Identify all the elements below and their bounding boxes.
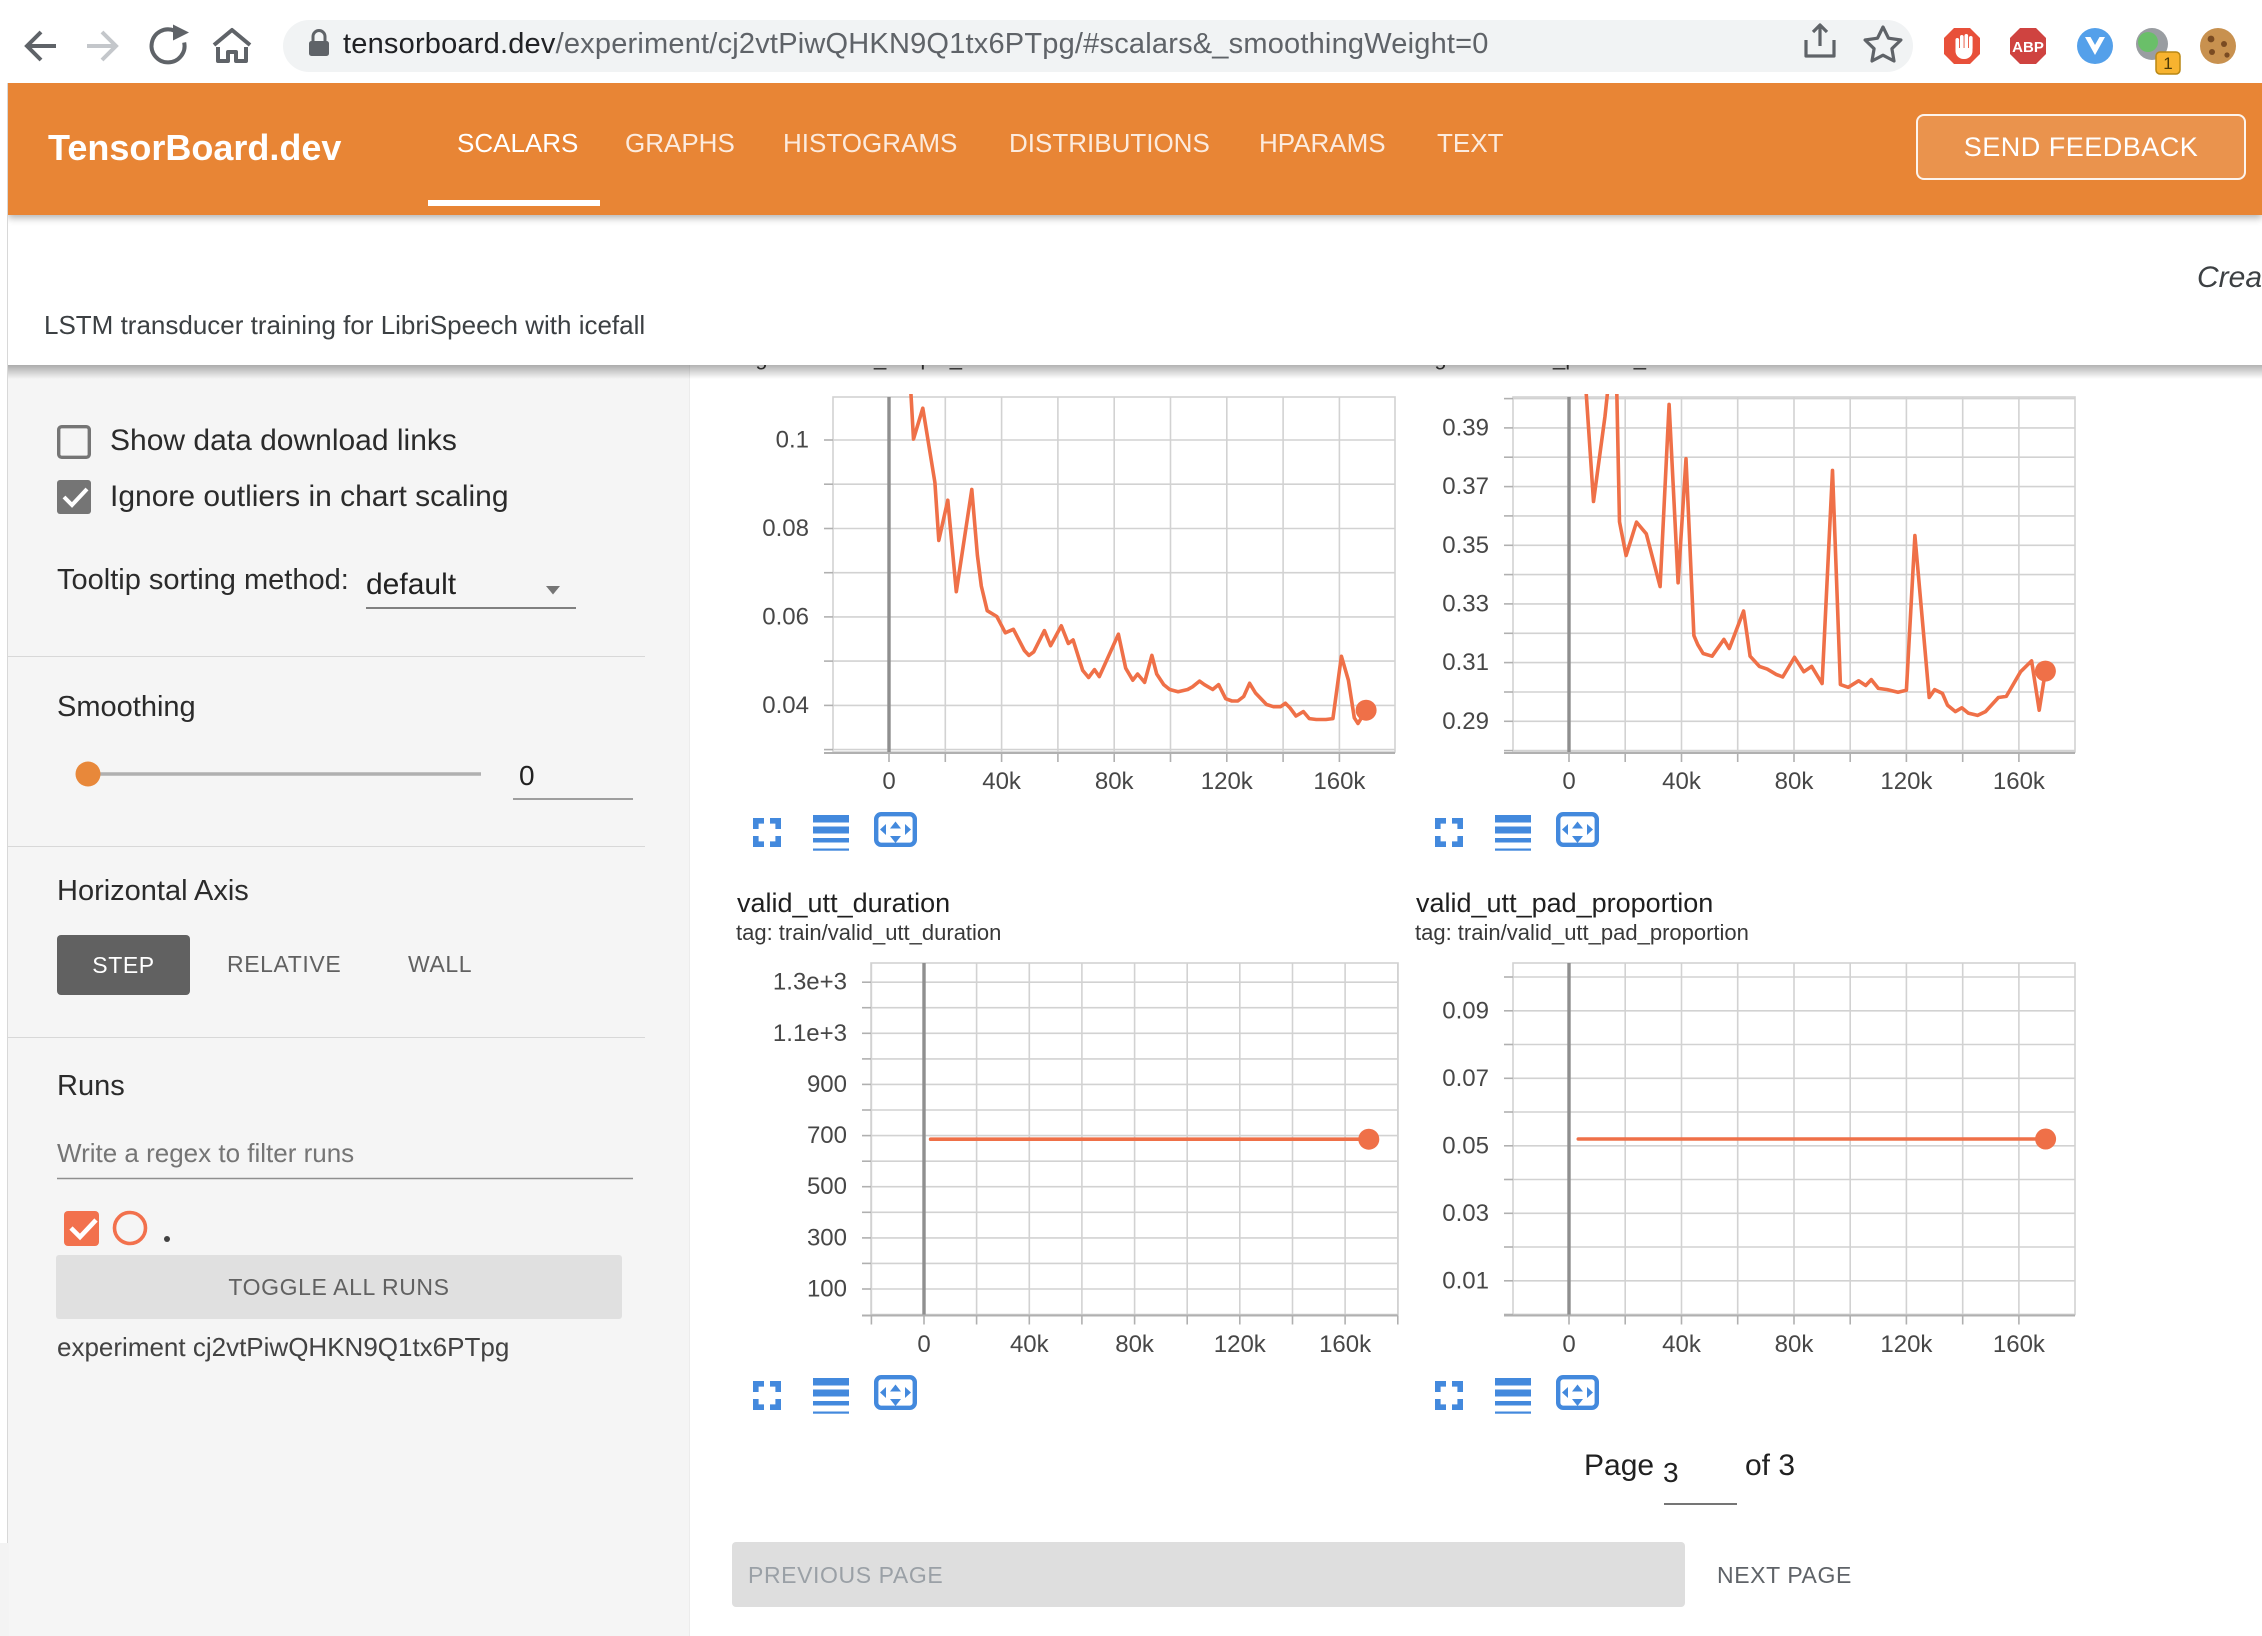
svg-text:0.07: 0.07 [1442, 1065, 1489, 1092]
svg-text:100: 100 [807, 1276, 847, 1303]
svg-text:0.39: 0.39 [1442, 414, 1489, 441]
svg-text:valid_utt_pad_proportion: valid_utt_pad_proportion [1416, 888, 1713, 918]
svg-text:160k: 160k [1313, 768, 1366, 795]
svg-text:120k: 120k [1201, 768, 1254, 795]
svg-text:0.31: 0.31 [1442, 649, 1489, 676]
svg-text:0.29: 0.29 [1442, 708, 1489, 735]
svg-text:160k: 160k [1993, 768, 2046, 795]
svg-text:0.1: 0.1 [776, 427, 809, 454]
svg-text:0: 0 [917, 1331, 930, 1358]
svg-text:tag: train/valid_utt_duration: tag: train/valid_utt_duration [736, 920, 1001, 945]
svg-text:40k: 40k [982, 768, 1022, 795]
svg-text:1.1e+3: 1.1e+3 [773, 1020, 847, 1047]
svg-text:0.08: 0.08 [762, 515, 809, 542]
svg-text:0.06: 0.06 [762, 603, 809, 630]
svg-text:40k: 40k [1662, 1331, 1702, 1358]
svg-text:valid_utt_duration: valid_utt_duration [737, 888, 950, 918]
svg-text:80k: 80k [1115, 1331, 1155, 1358]
svg-text:1: 1 [2163, 54, 2172, 73]
svg-text:1.3e+3: 1.3e+3 [773, 969, 847, 996]
svg-text:0: 0 [882, 768, 895, 795]
svg-text:0.03: 0.03 [1442, 1200, 1489, 1227]
svg-text:0.35: 0.35 [1442, 532, 1489, 559]
svg-text:120k: 120k [1880, 768, 1933, 795]
svg-text:120k: 120k [1880, 1331, 1933, 1358]
svg-text:ABP: ABP [2012, 39, 2044, 56]
svg-text:0.33: 0.33 [1442, 590, 1489, 617]
svg-text:0: 0 [1562, 1331, 1575, 1358]
svg-text:80k: 80k [1775, 768, 1815, 795]
svg-text:300: 300 [807, 1224, 847, 1251]
svg-text:900: 900 [807, 1071, 847, 1098]
svg-text:0.01: 0.01 [1442, 1267, 1489, 1294]
svg-text:160k: 160k [1319, 1331, 1372, 1358]
svg-text:40k: 40k [1662, 768, 1702, 795]
svg-text:500: 500 [807, 1173, 847, 1200]
svg-text:0: 0 [1562, 768, 1575, 795]
svg-text:160k: 160k [1993, 1331, 2046, 1358]
svg-text:0.09: 0.09 [1442, 997, 1489, 1024]
svg-text:0.04: 0.04 [762, 692, 809, 719]
svg-text:40k: 40k [1010, 1331, 1050, 1358]
svg-text:80k: 80k [1095, 768, 1135, 795]
svg-text:tag: train/valid_utt_pad_propo: tag: train/valid_utt_pad_proportion [1415, 920, 1749, 945]
svg-text:80k: 80k [1775, 1331, 1815, 1358]
svg-text:700: 700 [807, 1122, 847, 1149]
svg-text:0.37: 0.37 [1442, 473, 1489, 500]
svg-text:120k: 120k [1214, 1331, 1267, 1358]
svg-text:0.05: 0.05 [1442, 1132, 1489, 1159]
